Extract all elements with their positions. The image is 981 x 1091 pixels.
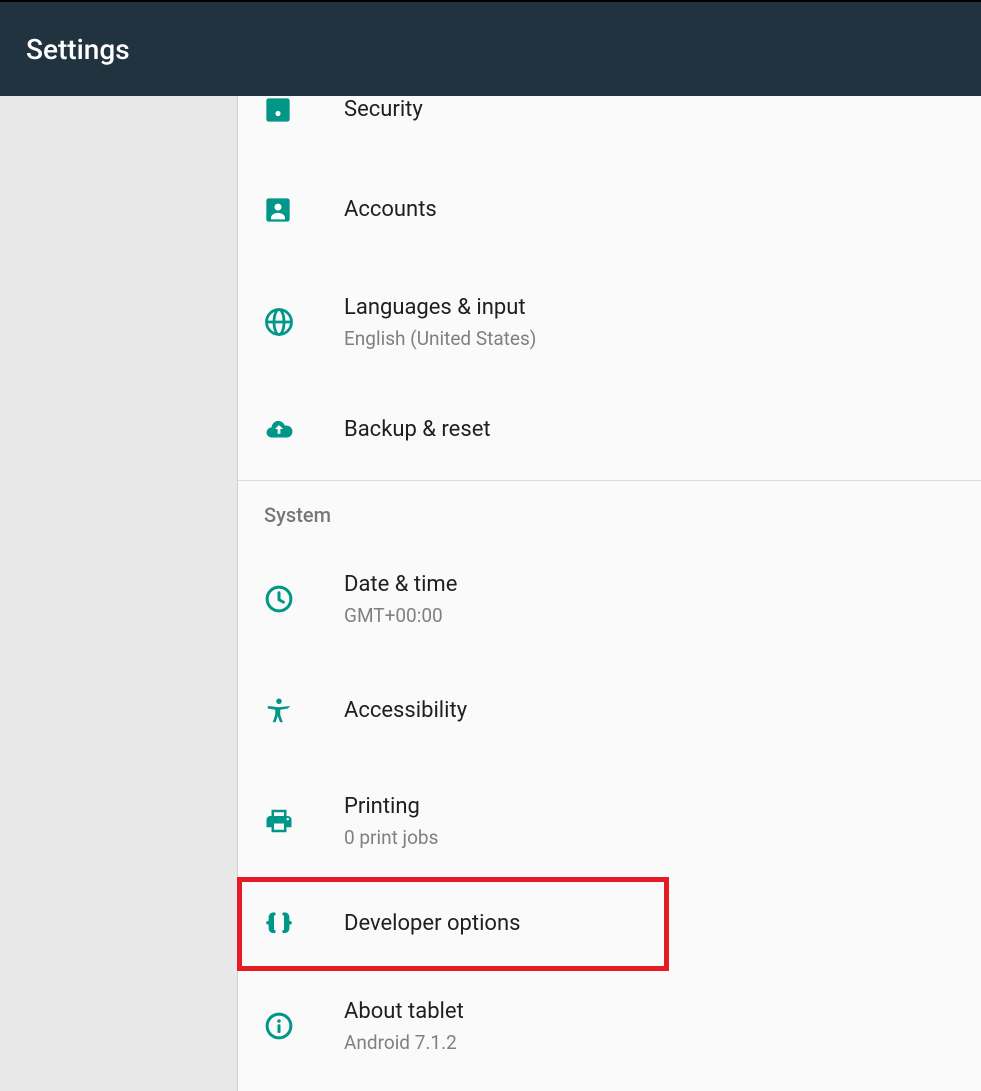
- item-labels: Accessibility: [344, 697, 467, 726]
- item-title: Date & time: [344, 571, 457, 600]
- left-gutter: [0, 96, 238, 1091]
- content-wrap: Security Accounts Languages & input Engl…: [0, 96, 981, 1091]
- item-labels: Languages & input English (United States…: [344, 294, 536, 350]
- item-title: Developer options: [344, 910, 520, 939]
- item-title: Languages & input: [344, 294, 536, 323]
- settings-item-backup[interactable]: Backup & reset: [238, 380, 981, 480]
- item-subtitle: 0 print jobs: [344, 826, 438, 849]
- item-labels: Backup & reset: [344, 416, 491, 445]
- settings-item-developer[interactable]: Developer options: [238, 877, 981, 971]
- item-labels: Printing 0 print jobs: [344, 793, 438, 849]
- item-title: Accounts: [344, 196, 437, 225]
- accessibility-icon: [264, 696, 344, 726]
- globe-icon: [264, 307, 344, 337]
- item-labels: About tablet Android 7.1.2: [344, 998, 464, 1054]
- item-labels: Date & time GMT+00:00: [344, 571, 457, 627]
- item-subtitle: Android 7.1.2: [344, 1031, 464, 1054]
- item-subtitle: GMT+00:00: [344, 604, 457, 627]
- clock-icon: [264, 584, 344, 614]
- info-icon: [264, 1011, 344, 1041]
- settings-item-security[interactable]: Security: [238, 96, 981, 156]
- settings-item-about[interactable]: About tablet Android 7.1.2: [238, 971, 981, 1081]
- item-title: Accessibility: [344, 697, 467, 726]
- cloud-upload-icon: [264, 415, 344, 445]
- item-title: Security: [344, 96, 423, 125]
- item-labels: Developer options: [344, 910, 520, 939]
- person-icon: [264, 196, 344, 224]
- braces-icon: [264, 909, 344, 939]
- item-subtitle: English (United States): [344, 327, 536, 350]
- settings-list[interactable]: Security Accounts Languages & input Engl…: [238, 96, 981, 1091]
- settings-item-languages[interactable]: Languages & input English (United States…: [238, 264, 981, 380]
- settings-item-accessibility[interactable]: Accessibility: [238, 657, 981, 765]
- item-title: Printing: [344, 793, 438, 822]
- section-header-system: System: [238, 481, 981, 541]
- security-icon: [264, 96, 344, 124]
- settings-item-datetime[interactable]: Date & time GMT+00:00: [238, 541, 981, 657]
- app-header: Settings: [0, 0, 981, 96]
- item-labels: Accounts: [344, 196, 437, 225]
- printer-icon: [264, 806, 344, 836]
- item-labels: Security: [344, 96, 423, 125]
- settings-item-printing[interactable]: Printing 0 print jobs: [238, 765, 981, 877]
- item-title: Backup & reset: [344, 416, 491, 445]
- settings-item-accounts[interactable]: Accounts: [238, 156, 981, 264]
- item-title: About tablet: [344, 998, 464, 1027]
- page-title: Settings: [26, 33, 130, 66]
